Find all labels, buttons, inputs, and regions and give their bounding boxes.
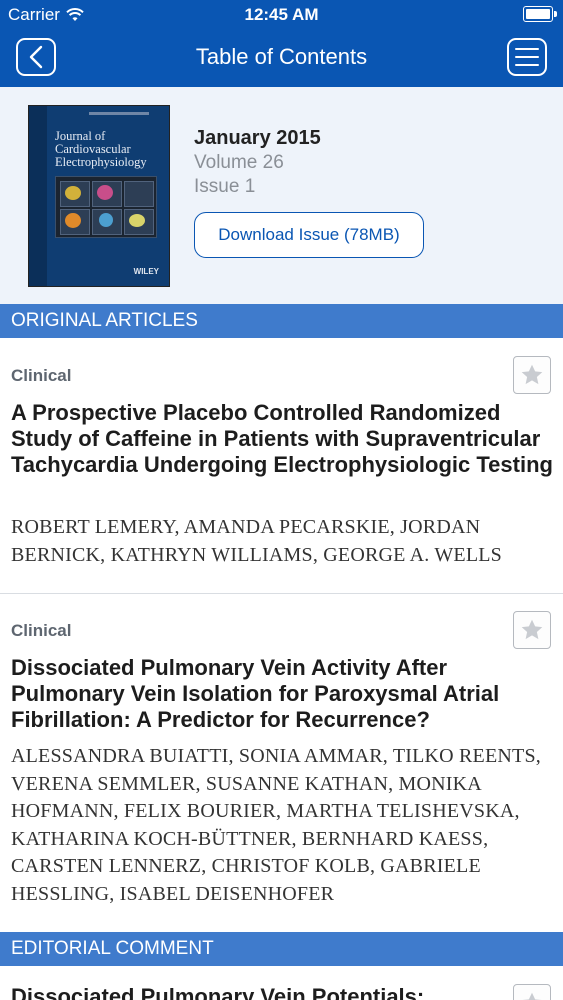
star-icon: [521, 619, 543, 640]
cover-artwork: [55, 176, 157, 238]
navigation-bar: Table of Contents: [0, 30, 563, 87]
article-category: Clinical: [11, 621, 72, 640]
favorite-button[interactable]: [513, 356, 551, 394]
issue-info: January 2015 Volume 26 Issue 1: [194, 127, 321, 198]
article-item[interactable]: Clinical Dissociated Pulmonary Vein Acti…: [0, 594, 563, 932]
issue-cover-image[interactable]: Journal of Cardiovascular Electrophysiol…: [28, 105, 170, 287]
article-title[interactable]: Dissociated Pulmonary Vein Potentials:: [11, 984, 556, 1000]
issue-volume: Volume 26: [194, 152, 284, 173]
cover-publisher-logo: WILEY: [133, 267, 159, 276]
favorite-button[interactable]: [513, 611, 551, 649]
article-item[interactable]: Clinical A Prospective Placebo Controlle…: [0, 338, 563, 593]
cover-title: Journal of Cardiovascular Electrophysiol…: [55, 129, 147, 169]
section-header-editorial-comment: EDITORIAL COMMENT: [0, 932, 563, 966]
issue-date: January 2015: [194, 127, 321, 149]
article-authors: ALESSANDRA BUIATTI, SONIA AMMAR, TILKO R…: [11, 745, 541, 905]
article-title[interactable]: Dissociated Pulmonary Vein Activity Afte…: [11, 655, 556, 733]
article-authors: ROBERT LEMERY, AMANDA PECARSKIE, JORDAN …: [11, 516, 502, 566]
clock: 12:45 AM: [244, 5, 319, 24]
hamburger-icon: [515, 48, 539, 66]
article-item[interactable]: Dissociated Pulmonary Vein Potentials:: [0, 966, 563, 1000]
article-category: Clinical: [11, 366, 72, 385]
page-title: Table of Contents: [195, 44, 368, 69]
issue-header: Journal of Cardiovascular Electrophysiol…: [0, 87, 563, 304]
issue-number: Issue 1: [194, 176, 256, 197]
article-title[interactable]: A Prospective Placebo Controlled Randomi…: [11, 400, 556, 478]
menu-button[interactable]: [507, 38, 547, 76]
download-issue-button[interactable]: Download Issue (78MB): [194, 212, 424, 258]
section-header-original-articles: ORIGINAL ARTICLES: [0, 304, 563, 338]
star-icon: [521, 364, 543, 385]
status-bar: Carrier 12:45 AM: [0, 0, 563, 30]
battery-icon: [523, 6, 557, 22]
